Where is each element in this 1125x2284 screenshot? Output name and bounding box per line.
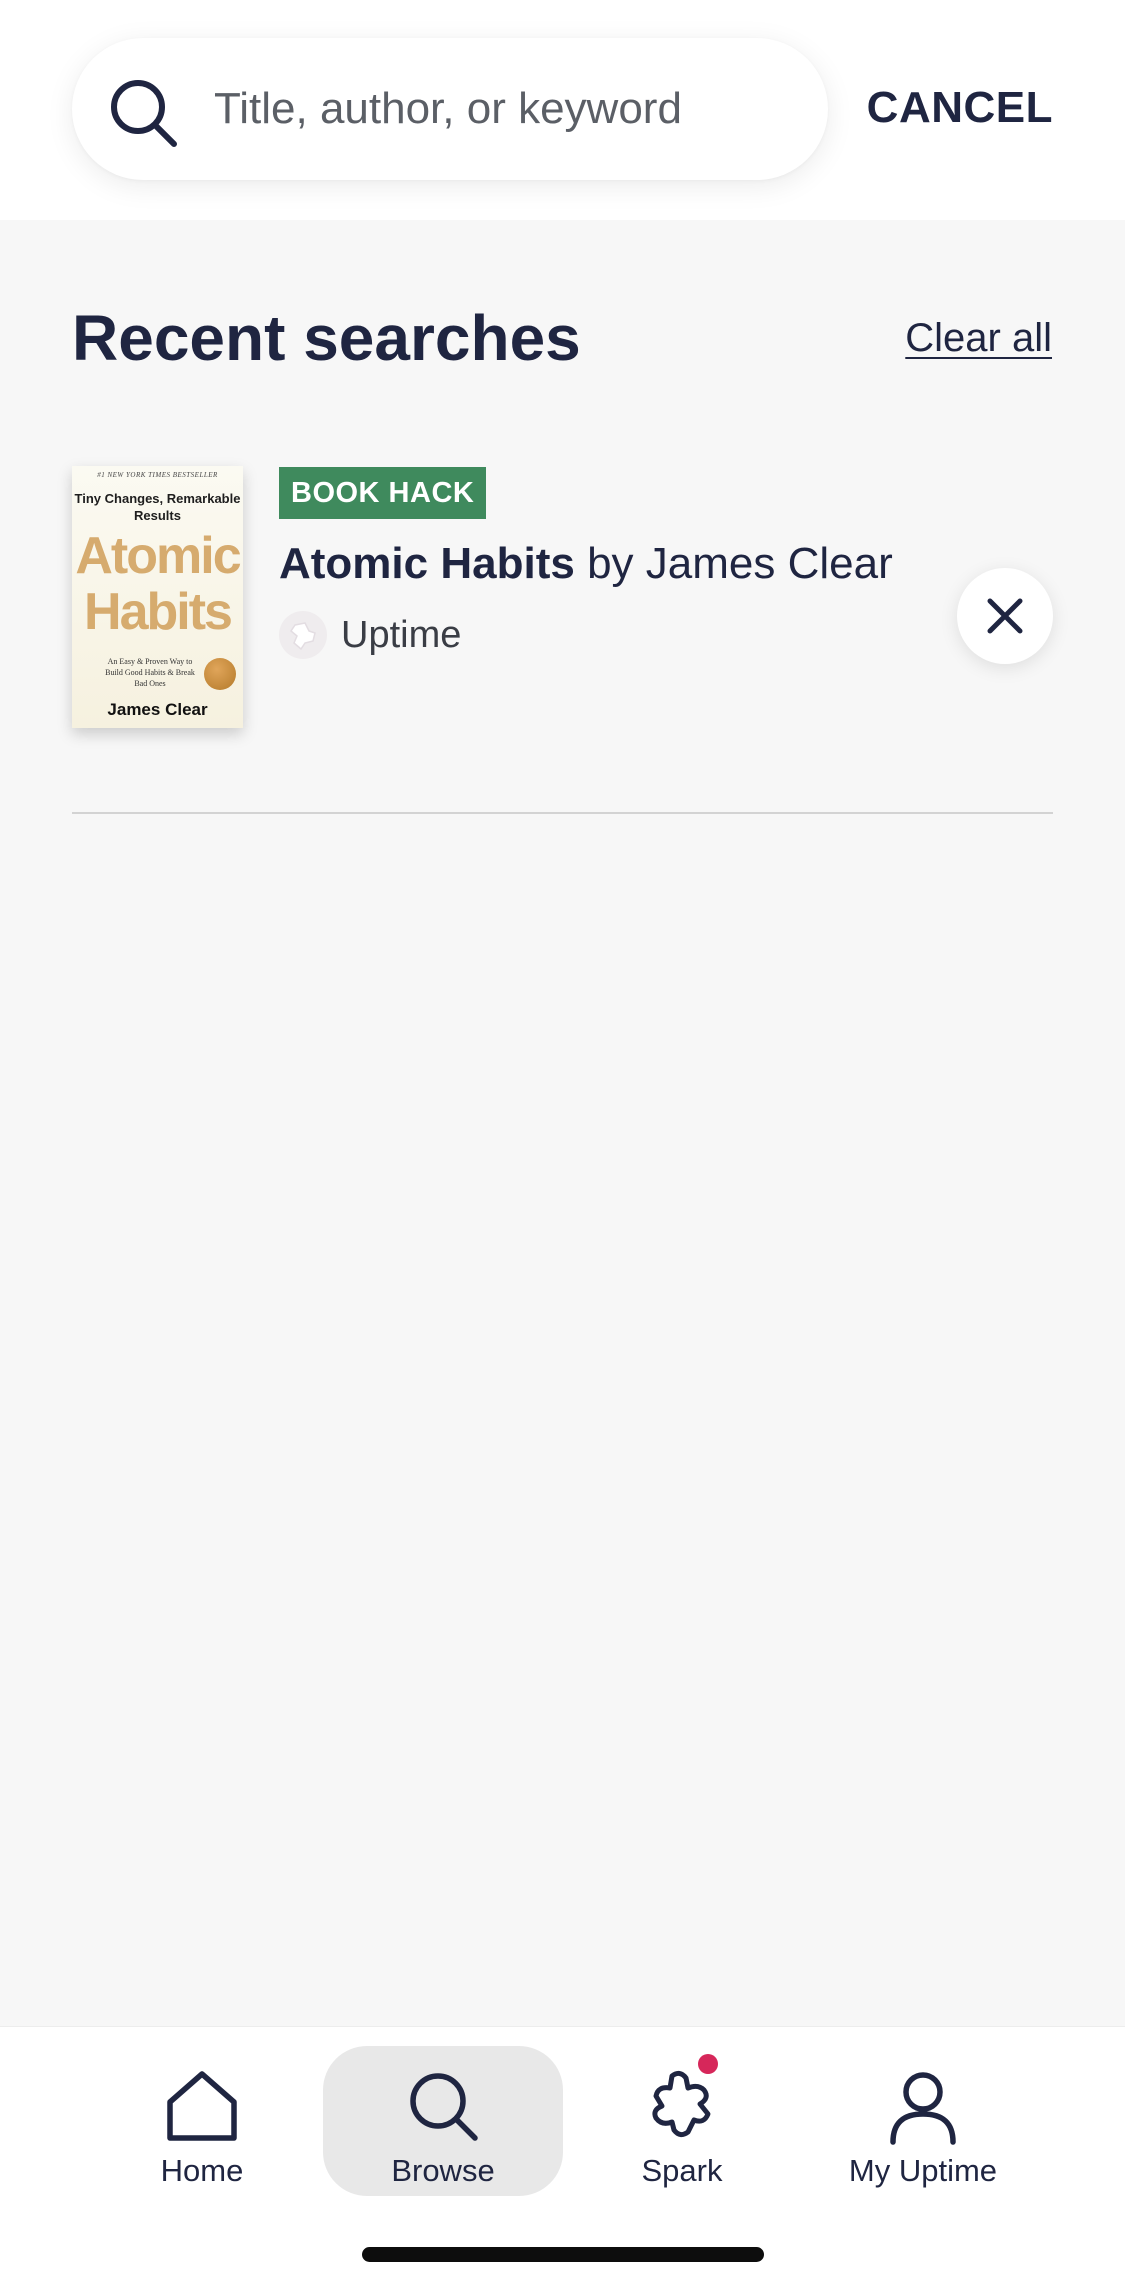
bottom-tab-bar: Home Browse Spark My Uptime: [0, 2027, 1125, 2284]
search-item-title: Atomic Habits by James Clear: [279, 536, 893, 592]
cancel-button[interactable]: CANCEL: [867, 78, 1053, 138]
clear-all-link[interactable]: Clear all: [905, 312, 1052, 364]
book-cover-image: #1 NEW YORK TIMES BESTSELLER Tiny Change…: [72, 466, 243, 728]
cover-subtitle: Tiny Changes, Remarkable Results: [74, 491, 241, 523]
search-header: CANCEL: [0, 0, 1125, 220]
search-icon: [410, 2073, 478, 2141]
search-icon: [111, 80, 177, 147]
remove-search-button[interactable]: [957, 568, 1053, 664]
book-title: Atomic Habits: [279, 539, 575, 588]
close-icon: [987, 598, 1023, 634]
search-input[interactable]: [214, 66, 804, 152]
cover-seal: [204, 658, 236, 690]
tab-spark[interactable]: Spark: [562, 2046, 802, 2196]
tab-browse-label: Browse: [391, 2153, 495, 2188]
tab-spark-label: Spark: [641, 2153, 723, 2188]
search-bar[interactable]: [72, 38, 828, 180]
divider: [72, 812, 1053, 814]
home-indicator[interactable]: [362, 2247, 764, 2262]
recent-searches-heading: Recent searches: [72, 302, 581, 374]
uptime-logo-icon: [279, 611, 327, 659]
content-type-badge: BOOK HACK: [279, 467, 487, 519]
tab-home-label: Home: [160, 2153, 244, 2188]
source-label: Uptime: [341, 613, 462, 656]
source-row: Uptime: [279, 609, 461, 661]
home-icon: [167, 2071, 237, 2141]
user-icon: [890, 2072, 956, 2145]
book-author: James Clear: [645, 539, 893, 588]
tab-home[interactable]: Home: [82, 2046, 322, 2196]
spark-notification-badge: [698, 2054, 718, 2074]
cover-title: Atomic Habits: [75, 527, 241, 641]
puzzle-icon: [652, 2070, 711, 2138]
tab-browse[interactable]: Browse: [323, 2046, 563, 2196]
tab-my-uptime-label: My Uptime: [848, 2153, 998, 2188]
tab-my-uptime[interactable]: My Uptime: [803, 2046, 1043, 2196]
by-text: by: [587, 539, 634, 588]
cover-top-line: #1 NEW YORK TIMES BESTSELLER: [97, 471, 218, 479]
cover-author: James Clear: [107, 700, 208, 719]
cover-blurb: An Easy & Proven Way to Build Good Habit…: [105, 657, 195, 688]
recent-search-item[interactable]: #1 NEW YORK TIMES BESTSELLER Tiny Change…: [72, 466, 1053, 728]
